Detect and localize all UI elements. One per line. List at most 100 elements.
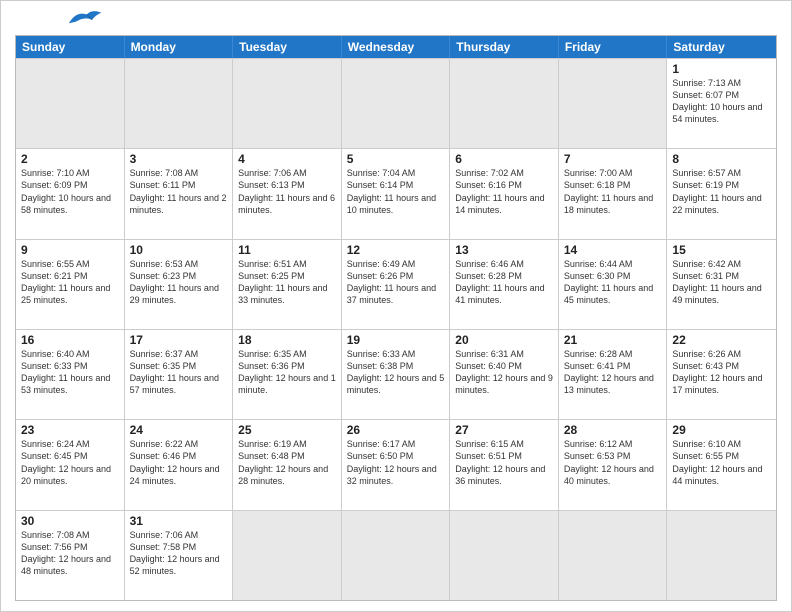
calendar-cell: 26Sunrise: 6:17 AM Sunset: 6:50 PM Dayli…: [342, 420, 451, 509]
calendar-cell: 28Sunrise: 6:12 AM Sunset: 6:53 PM Dayli…: [559, 420, 668, 509]
day-number: 16: [21, 333, 119, 347]
cell-info: Sunrise: 6:37 AM Sunset: 6:35 PM Dayligh…: [130, 348, 228, 397]
day-number: 19: [347, 333, 445, 347]
calendar-cell: [559, 511, 668, 600]
calendar-cell: [16, 59, 125, 148]
cell-info: Sunrise: 7:06 AM Sunset: 7:58 PM Dayligh…: [130, 529, 228, 578]
header-cell-friday: Friday: [559, 36, 668, 58]
calendar-cell: 22Sunrise: 6:26 AM Sunset: 6:43 PM Dayli…: [667, 330, 776, 419]
calendar-cell: [125, 59, 234, 148]
cell-info: Sunrise: 7:02 AM Sunset: 6:16 PM Dayligh…: [455, 167, 553, 216]
header-cell-tuesday: Tuesday: [233, 36, 342, 58]
logo-bird-icon: [67, 7, 103, 29]
cell-info: Sunrise: 7:13 AM Sunset: 6:07 PM Dayligh…: [672, 77, 771, 126]
cell-info: Sunrise: 6:51 AM Sunset: 6:25 PM Dayligh…: [238, 258, 336, 307]
calendar-cell: 3Sunrise: 7:08 AM Sunset: 6:11 PM Daylig…: [125, 149, 234, 238]
cell-info: Sunrise: 6:35 AM Sunset: 6:36 PM Dayligh…: [238, 348, 336, 397]
cell-info: Sunrise: 7:00 AM Sunset: 6:18 PM Dayligh…: [564, 167, 662, 216]
cell-info: Sunrise: 6:42 AM Sunset: 6:31 PM Dayligh…: [672, 258, 771, 307]
calendar-cell: [342, 511, 451, 600]
cell-info: Sunrise: 7:10 AM Sunset: 6:09 PM Dayligh…: [21, 167, 119, 216]
header-cell-thursday: Thursday: [450, 36, 559, 58]
day-number: 2: [21, 152, 119, 166]
header-cell-wednesday: Wednesday: [342, 36, 451, 58]
calendar-row-5: 30Sunrise: 7:08 AM Sunset: 7:56 PM Dayli…: [16, 510, 776, 600]
day-number: 15: [672, 243, 771, 257]
calendar-cell: 2Sunrise: 7:10 AM Sunset: 6:09 PM Daylig…: [16, 149, 125, 238]
day-number: 7: [564, 152, 662, 166]
calendar-cell: 8Sunrise: 6:57 AM Sunset: 6:19 PM Daylig…: [667, 149, 776, 238]
calendar-cell: 15Sunrise: 6:42 AM Sunset: 6:31 PM Dayli…: [667, 240, 776, 329]
calendar-cell: 30Sunrise: 7:08 AM Sunset: 7:56 PM Dayli…: [16, 511, 125, 600]
calendar-cell: 16Sunrise: 6:40 AM Sunset: 6:33 PM Dayli…: [16, 330, 125, 419]
calendar-cell: 25Sunrise: 6:19 AM Sunset: 6:48 PM Dayli…: [233, 420, 342, 509]
calendar-cell: 18Sunrise: 6:35 AM Sunset: 6:36 PM Dayli…: [233, 330, 342, 419]
cell-info: Sunrise: 6:10 AM Sunset: 6:55 PM Dayligh…: [672, 438, 771, 487]
calendar-cell: 27Sunrise: 6:15 AM Sunset: 6:51 PM Dayli…: [450, 420, 559, 509]
calendar-cell: 23Sunrise: 6:24 AM Sunset: 6:45 PM Dayli…: [16, 420, 125, 509]
cell-info: Sunrise: 7:08 AM Sunset: 6:11 PM Dayligh…: [130, 167, 228, 216]
cell-info: Sunrise: 6:49 AM Sunset: 6:26 PM Dayligh…: [347, 258, 445, 307]
day-number: 18: [238, 333, 336, 347]
day-number: 9: [21, 243, 119, 257]
calendar-row-2: 9Sunrise: 6:55 AM Sunset: 6:21 PM Daylig…: [16, 239, 776, 329]
calendar-cell: [233, 511, 342, 600]
calendar-header: SundayMondayTuesdayWednesdayThursdayFrid…: [16, 36, 776, 58]
day-number: 21: [564, 333, 662, 347]
day-number: 28: [564, 423, 662, 437]
cell-info: Sunrise: 6:19 AM Sunset: 6:48 PM Dayligh…: [238, 438, 336, 487]
calendar-cell: 31Sunrise: 7:06 AM Sunset: 7:58 PM Dayli…: [125, 511, 234, 600]
day-number: 27: [455, 423, 553, 437]
day-number: 14: [564, 243, 662, 257]
day-number: 8: [672, 152, 771, 166]
day-number: 11: [238, 243, 336, 257]
calendar-cell: 6Sunrise: 7:02 AM Sunset: 6:16 PM Daylig…: [450, 149, 559, 238]
cell-info: Sunrise: 7:06 AM Sunset: 6:13 PM Dayligh…: [238, 167, 336, 216]
calendar-cell: 7Sunrise: 7:00 AM Sunset: 6:18 PM Daylig…: [559, 149, 668, 238]
calendar-cell: [450, 59, 559, 148]
calendar-cell: 5Sunrise: 7:04 AM Sunset: 6:14 PM Daylig…: [342, 149, 451, 238]
day-number: 13: [455, 243, 553, 257]
calendar-row-3: 16Sunrise: 6:40 AM Sunset: 6:33 PM Dayli…: [16, 329, 776, 419]
day-number: 5: [347, 152, 445, 166]
calendar-cell: [342, 59, 451, 148]
day-number: 30: [21, 514, 119, 528]
cell-info: Sunrise: 6:12 AM Sunset: 6:53 PM Dayligh…: [564, 438, 662, 487]
calendar-cell: 10Sunrise: 6:53 AM Sunset: 6:23 PM Dayli…: [125, 240, 234, 329]
header-cell-sunday: Sunday: [16, 36, 125, 58]
calendar-cell: 4Sunrise: 7:06 AM Sunset: 6:13 PM Daylig…: [233, 149, 342, 238]
calendar-cell: 24Sunrise: 6:22 AM Sunset: 6:46 PM Dayli…: [125, 420, 234, 509]
logo-area: [15, 11, 103, 29]
calendar-cell: 1Sunrise: 7:13 AM Sunset: 6:07 PM Daylig…: [667, 59, 776, 148]
day-number: 12: [347, 243, 445, 257]
day-number: 29: [672, 423, 771, 437]
cell-info: Sunrise: 6:31 AM Sunset: 6:40 PM Dayligh…: [455, 348, 553, 397]
day-number: 31: [130, 514, 228, 528]
cell-info: Sunrise: 6:46 AM Sunset: 6:28 PM Dayligh…: [455, 258, 553, 307]
calendar-row-4: 23Sunrise: 6:24 AM Sunset: 6:45 PM Dayli…: [16, 419, 776, 509]
calendar-body: 1Sunrise: 7:13 AM Sunset: 6:07 PM Daylig…: [16, 58, 776, 600]
cell-info: Sunrise: 6:26 AM Sunset: 6:43 PM Dayligh…: [672, 348, 771, 397]
cell-info: Sunrise: 6:15 AM Sunset: 6:51 PM Dayligh…: [455, 438, 553, 487]
day-number: 23: [21, 423, 119, 437]
cell-info: Sunrise: 6:17 AM Sunset: 6:50 PM Dayligh…: [347, 438, 445, 487]
day-number: 26: [347, 423, 445, 437]
cell-info: Sunrise: 6:53 AM Sunset: 6:23 PM Dayligh…: [130, 258, 228, 307]
cell-info: Sunrise: 6:55 AM Sunset: 6:21 PM Dayligh…: [21, 258, 119, 307]
calendar-cell: 12Sunrise: 6:49 AM Sunset: 6:26 PM Dayli…: [342, 240, 451, 329]
calendar-cell: 17Sunrise: 6:37 AM Sunset: 6:35 PM Dayli…: [125, 330, 234, 419]
day-number: 17: [130, 333, 228, 347]
cell-info: Sunrise: 7:04 AM Sunset: 6:14 PM Dayligh…: [347, 167, 445, 216]
cell-info: Sunrise: 6:22 AM Sunset: 6:46 PM Dayligh…: [130, 438, 228, 487]
header-cell-saturday: Saturday: [667, 36, 776, 58]
calendar-cell: 21Sunrise: 6:28 AM Sunset: 6:41 PM Dayli…: [559, 330, 668, 419]
calendar: SundayMondayTuesdayWednesdayThursdayFrid…: [15, 35, 777, 601]
calendar-cell: [450, 511, 559, 600]
day-number: 20: [455, 333, 553, 347]
cell-info: Sunrise: 6:24 AM Sunset: 6:45 PM Dayligh…: [21, 438, 119, 487]
calendar-row-0: 1Sunrise: 7:13 AM Sunset: 6:07 PM Daylig…: [16, 58, 776, 148]
day-number: 4: [238, 152, 336, 166]
cell-info: Sunrise: 7:08 AM Sunset: 7:56 PM Dayligh…: [21, 529, 119, 578]
day-number: 3: [130, 152, 228, 166]
calendar-cell: [559, 59, 668, 148]
